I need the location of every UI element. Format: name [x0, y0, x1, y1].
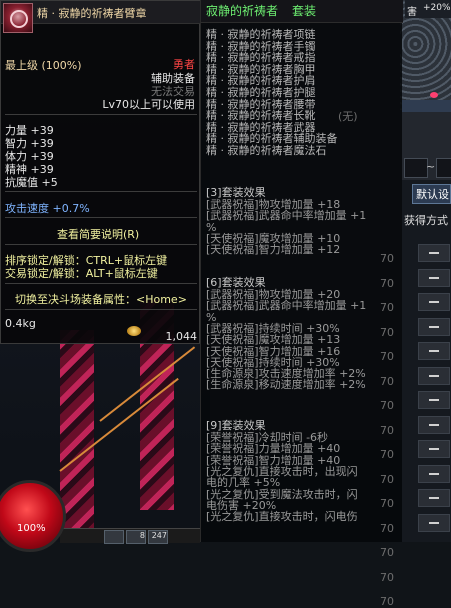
- row-action-button[interactable]: [418, 464, 450, 483]
- divider: [5, 114, 197, 115]
- set-effect-line: [天使祝福]智力增加量 +16: [206, 344, 341, 358]
- set-piece-item: 精 · 寂静的祈祷者戒指: [206, 51, 316, 65]
- divider: [5, 283, 197, 284]
- set-tooltip: 寂静的祈祷者 套装 精 · 寂静的祈祷者项链精 · 寂静的祈祷者手镯精 · 寂静的…: [200, 0, 403, 542]
- row-action-button[interactable]: [418, 440, 450, 458]
- item-grade: 最上级 (100%): [5, 59, 82, 72]
- top-right-char: 害: [407, 7, 417, 18]
- armband-icon: [3, 3, 33, 33]
- minus-icon: [429, 472, 439, 475]
- reset-default-button[interactable]: 默认设: [412, 184, 451, 204]
- faded-level-value: 70: [380, 252, 394, 265]
- divider: [5, 217, 197, 218]
- range-select-to[interactable]: [436, 158, 451, 178]
- set-piece-item: 精 · 寂静的祈祷者护肩: [206, 74, 316, 88]
- faded-level-value: 70: [380, 276, 394, 290]
- faded-level-value: 70: [380, 399, 394, 412]
- item-tooltip: 精 · 寂静的祈祷者臂章 最上级 (100%) 勇者 辅助装备 无法交易 Lv7…: [0, 0, 201, 344]
- set-effect-line: [光之复仇]直接攻击时，闪电伤: [206, 510, 358, 524]
- attack-speed: 攻击速度 +0.7%: [5, 202, 90, 215]
- faded-level-value: 70: [380, 374, 394, 388]
- trade-lock-hint: 交易锁定/解锁：ALT+鼠标左键: [5, 267, 158, 280]
- set-piece-item: 精 · 寂静的祈祷者长靴: [206, 109, 316, 123]
- set-title: 寂静的祈祷者 套装: [206, 4, 317, 18]
- item-level-req: Lv70以上可以使用: [102, 98, 195, 111]
- minus-icon: [429, 399, 439, 401]
- divider: [5, 309, 197, 310]
- row-action-button[interactable]: [418, 317, 450, 336]
- switch-attribute-hint[interactable]: 切换至决斗场装备属性：<Home>: [15, 291, 187, 307]
- minus-icon: [429, 325, 439, 328]
- row-action-button[interactable]: [418, 489, 450, 507]
- set-effect-line: %: [206, 310, 217, 324]
- faded-level-value: 70: [380, 546, 394, 559]
- row-action-button[interactable]: [418, 244, 450, 262]
- faded-level-value: 70: [380, 301, 394, 314]
- pink-marker-icon: [430, 92, 438, 98]
- faded-level-value: 70: [380, 570, 394, 584]
- set-piece-item: 精 · 寂静的祈祷者项链: [206, 28, 316, 41]
- set-piece-item: 精 · 寂静的祈祷者魔法石: [206, 144, 327, 157]
- hp-percent: 100%: [17, 523, 46, 534]
- set-effect-header: [9]套装效果: [206, 419, 266, 432]
- faded-level-value: 70: [380, 595, 394, 608]
- minus-icon: [429, 252, 439, 254]
- set-effect-line: [天使祝福]智力增加量 +12: [206, 243, 341, 257]
- row-action-button[interactable]: [418, 342, 450, 360]
- top-right-status: 害 +20%: [405, 0, 451, 18]
- minus-icon: [429, 448, 439, 450]
- faded-level-value: 70: [380, 472, 394, 486]
- row-action-button[interactable]: [418, 268, 450, 287]
- divider: [5, 244, 197, 245]
- stat-row: 抗魔值 +5: [5, 176, 58, 189]
- faded-level-value: 70: [380, 350, 394, 363]
- blue-tab-fragment: [402, 100, 451, 112]
- set-effect-line: %: [206, 220, 217, 234]
- set-effect-line: [光之复仇]受到魔法攻击时，闪: [206, 487, 358, 501]
- minus-icon: [429, 521, 439, 524]
- right-list-panel: [402, 180, 451, 542]
- row-action-button[interactable]: [418, 391, 450, 409]
- range-tilde: ~: [426, 160, 436, 173]
- set-effect-header: [6]套装效果: [206, 276, 266, 289]
- minus-icon: [429, 276, 439, 279]
- set-effect-line: [天使祝福]魔攻增加量 +13: [206, 333, 341, 347]
- brief-description-link[interactable]: 查看简要说明(R): [57, 226, 139, 242]
- row-action-button[interactable]: [418, 293, 450, 311]
- item-name: 精 · 寂静的祈祷者臂章: [37, 7, 147, 20]
- minus-icon: [429, 374, 439, 377]
- minus-icon: [429, 423, 439, 426]
- set-effect-line: [生命源泉]移动速度增加率 +2%: [206, 378, 366, 392]
- minus-icon: [429, 301, 439, 303]
- set-piece-item: 精 · 寂静的祈祷者腰带: [206, 97, 316, 111]
- set-effect-line: [武器祝福]武器命中率增加量 +1: [206, 299, 367, 313]
- minus-icon: [429, 497, 439, 499]
- top-right-pct: +20%: [423, 3, 451, 13]
- range-select-from[interactable]: [404, 158, 428, 178]
- row-action-button[interactable]: [418, 366, 450, 385]
- set-effect-line: 电的几率 +5%: [206, 476, 281, 490]
- set-piece-item: 精 · 寂静的祈祷者辅助装备: [206, 132, 338, 146]
- faded-level-value: 70: [380, 423, 394, 437]
- set-piece-item: 精 · 寂静的祈祷者护腿: [206, 86, 316, 99]
- set-piece-item: 精 · 寂静的祈祷者手镯: [206, 39, 316, 53]
- divider: [5, 191, 197, 192]
- minus-icon: [429, 350, 439, 352]
- item-weight: 0.4kg: [5, 317, 36, 330]
- gold-coin-icon: [127, 326, 141, 336]
- item-price: 1,044: [165, 330, 198, 343]
- row-action-button[interactable]: [418, 513, 450, 532]
- set-effect-line: [荣誉祝福]力量增加量 +40: [206, 442, 341, 456]
- set-effect-header: [3]套装效果: [206, 186, 266, 199]
- faded-level-value: 70: [380, 497, 394, 510]
- faded-level-value: 70: [380, 325, 394, 339]
- faded-partial-text: (无): [338, 110, 358, 123]
- faded-level-value: 70: [380, 448, 394, 461]
- obtain-method-label: 获得方式: [404, 214, 448, 227]
- row-action-button[interactable]: [418, 415, 450, 434]
- set-effect-line: [武器祝福]武器命中率增加量 +1: [206, 209, 367, 223]
- faded-level-value: 70: [380, 521, 394, 535]
- set-effect-line: [荣誉祝福]智力增加量 +40: [206, 453, 341, 467]
